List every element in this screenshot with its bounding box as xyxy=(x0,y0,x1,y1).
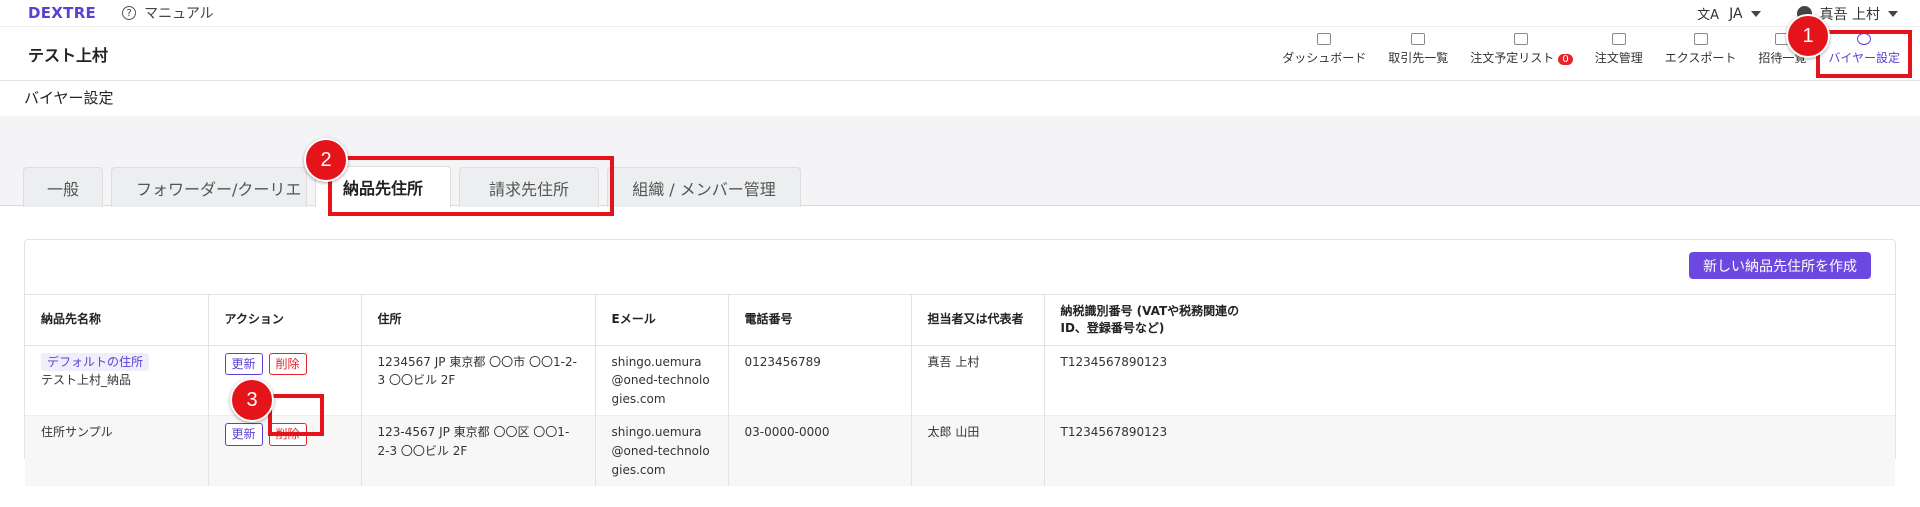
cell-contact: 真吾 上村 xyxy=(911,345,1045,416)
cell-contact: 太郎 山田 xyxy=(911,415,1045,487)
nav-label: 注文管理 xyxy=(1594,51,1643,65)
column-header: 納品先名称 xyxy=(25,294,209,346)
address-text: 123-4567 JP 東京都 〇〇区 〇〇1-2-3 〇〇ビル 2F xyxy=(377,425,570,458)
email-text: shingo.uemura@oned-technologies.com xyxy=(611,354,710,406)
cell-address: 1234567 JP 東京都 〇〇市 〇〇1-2-3 〇〇ビル 2F xyxy=(361,345,596,416)
column-header-text: 納税識別番号 (VATや税務関連のID、登録番号など) xyxy=(1060,304,1240,335)
step-marker-1: 1 xyxy=(1786,14,1830,58)
column-header: Eメール xyxy=(595,294,729,346)
highlight-box-tabs xyxy=(328,156,614,216)
highlight-box-buyer-settings xyxy=(1816,30,1912,78)
company-name: テスト上村 xyxy=(28,46,109,65)
chevron-down-icon xyxy=(1888,10,1898,17)
brand-logo[interactable]: DEXTRE xyxy=(28,4,96,22)
column-header: 電話番号 xyxy=(728,294,912,346)
step-marker-2: 2 xyxy=(304,138,348,182)
nav-label: 取引先一覧 xyxy=(1388,51,1449,65)
column-header: アクション xyxy=(208,294,362,346)
cell-tax-id: T1234567890123 xyxy=(1044,415,1895,487)
nav-label: エクスポート xyxy=(1664,51,1737,65)
partners-icon xyxy=(1411,33,1426,45)
column-header: 担当者又は代表者 xyxy=(911,294,1045,346)
step-marker-3: 3 xyxy=(230,378,274,422)
cell-phone: 0123456789 xyxy=(728,345,912,416)
manual-label: マニュアル xyxy=(144,6,214,22)
email-text: shingo.uemura@oned-technologies.com xyxy=(611,425,710,477)
tab-forwarder[interactable]: フォワーダー/クーリエ xyxy=(111,167,307,207)
manual-link[interactable]: ? マニュアル xyxy=(122,3,214,23)
page-title: バイヤー設定 xyxy=(24,89,114,107)
address-text: 1234567 JP 東京都 〇〇市 〇〇1-2-3 〇〇ビル 2F xyxy=(377,354,577,388)
cell-name: 住所サンプル xyxy=(25,415,209,487)
dashboard-icon xyxy=(1317,33,1332,45)
cell-email: shingo.uemura@oned-technologies.com xyxy=(595,415,729,487)
nav-export[interactable]: エクスポート xyxy=(1664,33,1737,66)
address-name: テスト上村_納品 xyxy=(41,373,132,388)
translate-icon: 文A xyxy=(1697,8,1720,23)
language-label: JA xyxy=(1729,5,1743,22)
table-header-row: 納品先名称 アクション 住所 Eメール 電話番号 担当者又は代表者 納税識別番号… xyxy=(25,294,1895,346)
default-address-badge: デフォルトの住所 xyxy=(41,352,150,372)
highlight-box-delete xyxy=(268,394,324,436)
tab-general[interactable]: 一般 xyxy=(23,167,103,207)
cell-name: デフォルトの住所 テスト上村_納品 xyxy=(25,345,209,416)
order-plan-icon xyxy=(1514,33,1529,45)
address-name: 住所サンプル xyxy=(41,425,113,440)
nav-label: 注文予定リスト 0 xyxy=(1470,49,1573,66)
cell-phone: 03-0000-0000 xyxy=(728,415,912,487)
nav-partners[interactable]: 取引先一覧 xyxy=(1388,33,1448,66)
header: テスト上村 ダッシュボード 取引先一覧 注文予定リスト 0 注文管理 エクスポート… xyxy=(0,27,1920,81)
create-delivery-address-button[interactable]: 新しい納品先住所を作成 xyxy=(1689,252,1871,279)
nav-label: ダッシュボード xyxy=(1282,51,1367,65)
update-button[interactable]: 更新 xyxy=(224,423,263,446)
chevron-down-icon xyxy=(1750,10,1761,17)
order-manage-icon xyxy=(1611,33,1626,45)
export-icon xyxy=(1693,33,1708,45)
user-name: 真吾 上村 xyxy=(1819,6,1880,23)
nav-order-plan[interactable]: 注文予定リスト 0 xyxy=(1470,33,1573,66)
help-icon: ? xyxy=(122,6,137,20)
count-badge: 0 xyxy=(1558,54,1573,65)
cell-email: shingo.uemura@oned-technologies.com xyxy=(595,345,729,416)
cell-tax-id: T1234567890123 xyxy=(1060,354,1168,369)
top-bar: DEXTRE ? マニュアル 文A JA 真吾 上村 xyxy=(0,0,1920,27)
delivery-address-table: 納品先名称 アクション 住所 Eメール 電話番号 担当者又は代表者 納税識別番号… xyxy=(25,294,1895,487)
delete-button[interactable]: 削除 xyxy=(268,352,307,376)
nav-label-text: 注文予定リスト xyxy=(1470,51,1555,65)
cell-address: 123-4567 JP 東京都 〇〇区 〇〇1-2-3 〇〇ビル 2F xyxy=(361,415,596,487)
nav-dashboard[interactable]: ダッシュボード xyxy=(1282,33,1366,66)
language-selector[interactable]: 文A JA xyxy=(1697,4,1761,23)
column-header: 納税識別番号 (VATや税務関連のID、登録番号など) xyxy=(1044,294,1895,346)
tab-org-members[interactable]: 組織 / メンバー管理 xyxy=(607,167,801,207)
update-button[interactable]: 更新 xyxy=(224,352,263,376)
column-header: 住所 xyxy=(361,294,596,346)
nav-order-manage[interactable]: 注文管理 xyxy=(1595,33,1643,66)
